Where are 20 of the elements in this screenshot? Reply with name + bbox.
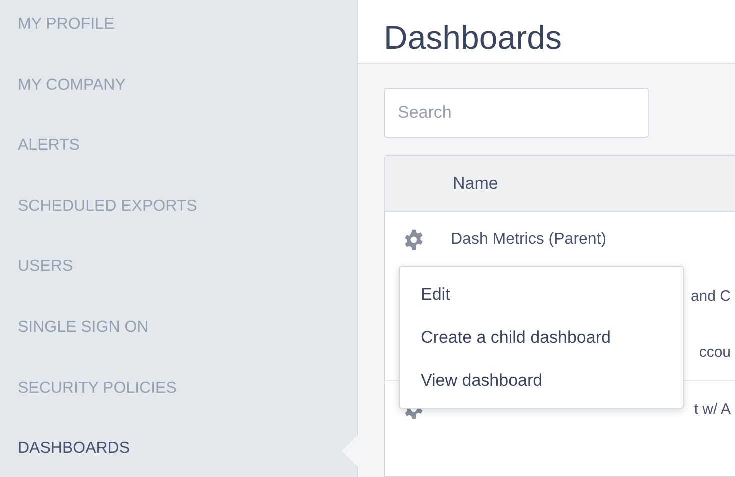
table-cell: t w/ A — [694, 400, 731, 418]
menu-item[interactable]: Edit — [400, 273, 683, 316]
sidebar-item[interactable]: SECURITY POLICIES — [0, 372, 357, 434]
sidebar-item[interactable]: DASHBOARDS — [0, 433, 357, 477]
menu-item[interactable]: Create a child dashboard — [400, 316, 683, 359]
table-cell: Dash Metrics (Parent) — [451, 231, 607, 249]
table-cell: and C — [690, 288, 731, 304]
sidebar-item[interactable]: SINGLE SIGN ON — [0, 312, 357, 373]
selection-pointer-icon — [342, 435, 358, 468]
sidebar-item[interactable]: MY PROFILE — [0, 9, 357, 70]
search-field[interactable]: Search — [384, 88, 649, 138]
page-title: Dashboards — [384, 19, 563, 57]
sidebar-item[interactable]: USERS — [0, 251, 357, 312]
sidebar-item[interactable]: ALERTS — [0, 130, 357, 191]
sidebar-item[interactable]: SCHEDULED EXPORTS — [0, 190, 357, 252]
gear-icon[interactable] — [403, 229, 425, 251]
menu-item[interactable]: View dashboard — [400, 359, 683, 402]
sidebar-item[interactable]: MY COMPANY — [0, 70, 357, 130]
table-cell: ccou — [699, 344, 731, 360]
column-header: Name — [453, 174, 498, 194]
